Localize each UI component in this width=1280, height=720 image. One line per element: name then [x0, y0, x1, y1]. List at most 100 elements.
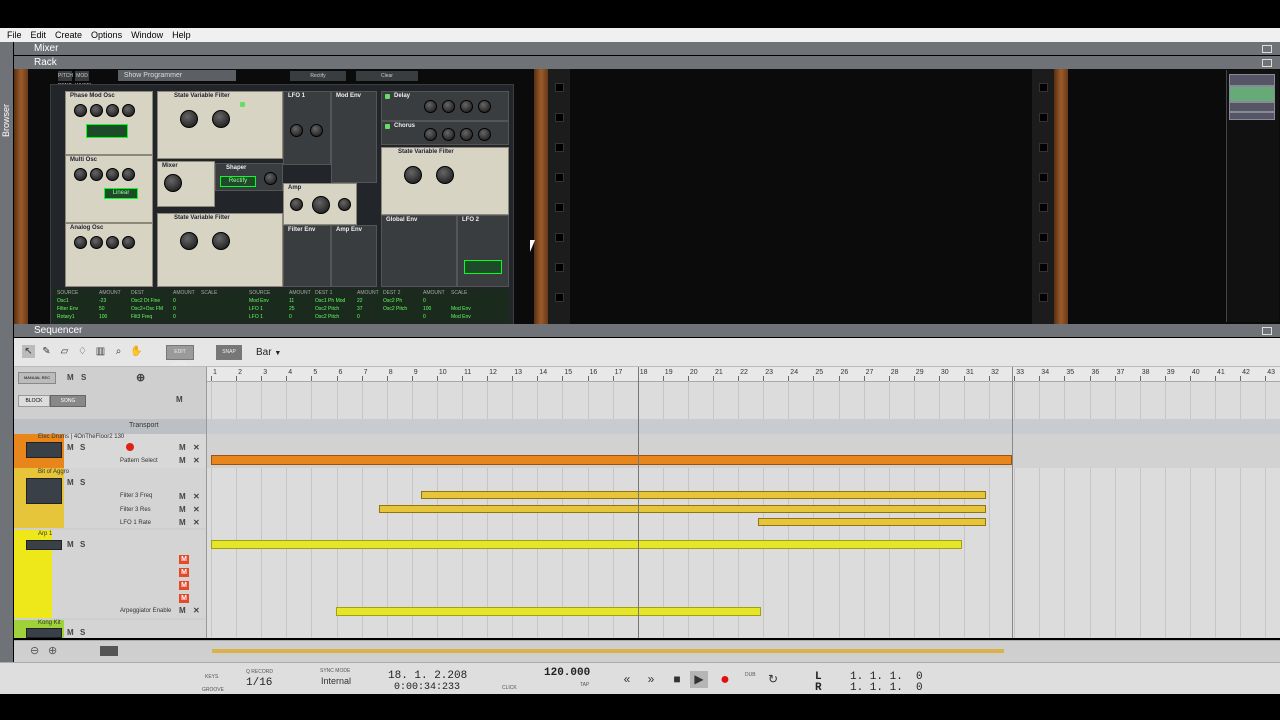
- matrix-cell[interactable]: Osc1 Ph Mod: [315, 298, 345, 304]
- matrix-cell[interactable]: Osc2 Pitch: [383, 306, 407, 312]
- matrix-cell[interactable]: 0: [173, 306, 176, 312]
- matrix-cell[interactable]: Mod Env: [451, 314, 471, 320]
- filter1-res-knob[interactable]: [212, 110, 230, 128]
- track-mute-button[interactable]: M: [67, 478, 74, 487]
- show-programmer-button[interactable]: Show Programmer: [118, 70, 236, 81]
- menu-edit[interactable]: Edit: [29, 30, 49, 40]
- solo-all-button[interactable]: S: [81, 373, 86, 382]
- matrix-cell[interactable]: 11: [289, 298, 294, 304]
- record-icon[interactable]: ●: [716, 671, 734, 688]
- automation-clip[interactable]: [421, 491, 986, 499]
- matrix-cell[interactable]: Osc2 Dt Fine: [131, 298, 160, 304]
- amp-pan-knob[interactable]: [338, 198, 351, 211]
- matrix-cell[interactable]: 100: [99, 314, 107, 320]
- lane-mute[interactable]: M: [179, 456, 186, 465]
- loop-right-tick[interactable]: 0: [916, 682, 923, 694]
- add-track-icon[interactable]: ⊕: [136, 371, 145, 384]
- track-bit-of-aggro[interactable]: Bit of Aggro M S Filter 3 Freq M ✕ Filte…: [14, 468, 206, 528]
- matrix-cell[interactable]: -23: [99, 298, 106, 304]
- master-mute[interactable]: M: [176, 395, 183, 404]
- delay-enable-led[interactable]: [385, 94, 390, 99]
- matrix-cell[interactable]: 0: [289, 314, 292, 320]
- block-button[interactable]: BLOCK: [18, 395, 50, 407]
- sync-mode-select[interactable]: Internal: [321, 676, 351, 686]
- rewind-icon[interactable]: «: [618, 671, 636, 688]
- lane-delete-icon[interactable]: ✕: [193, 505, 200, 514]
- knob[interactable]: [106, 236, 119, 249]
- select-tool-icon[interactable]: ↖: [22, 345, 35, 358]
- tap-label[interactable]: TAP: [580, 682, 589, 688]
- lane-mute-active[interactable]: M: [179, 594, 189, 603]
- pencil-tool-icon[interactable]: ✎: [40, 345, 53, 358]
- track-arp-1[interactable]: Arp 1 M S M M M M Arpeggiator Enable M ✕: [14, 530, 206, 618]
- snap-button[interactable]: SNAP: [216, 345, 242, 360]
- matrix-cell[interactable]: Filter Env: [57, 306, 78, 312]
- mixer-detach-icon[interactable]: [1262, 45, 1272, 53]
- knob[interactable]: [90, 236, 103, 249]
- track-elec-drums[interactable]: Elec Drums | 4OnTheFloor2 130 M S M ✕ Pa…: [14, 434, 206, 468]
- matrix-cell[interactable]: 0: [173, 314, 176, 320]
- zoom-out-icon[interactable]: ⊖: [30, 644, 39, 657]
- lane-mute-active[interactable]: M: [179, 568, 189, 577]
- song-end-marker[interactable]: [1012, 367, 1013, 638]
- matrix-cell[interactable]: Filt3 Freq: [131, 314, 152, 320]
- lane-mute[interactable]: M: [179, 505, 186, 514]
- sequencer-detach-icon[interactable]: [1262, 327, 1272, 335]
- knob[interactable]: [122, 168, 135, 181]
- play-icon[interactable]: ▶: [690, 671, 708, 688]
- matrix-cell[interactable]: Osc2 Pitch: [315, 306, 339, 312]
- song-position[interactable]: 18. 1. 2.208: [388, 670, 467, 682]
- lane-delete-icon[interactable]: ✕: [193, 606, 200, 615]
- automation-clip[interactable]: [379, 505, 986, 513]
- lane-delete-icon[interactable]: ✕: [193, 518, 200, 527]
- menu-file[interactable]: File: [5, 30, 24, 40]
- knob[interactable]: [424, 100, 437, 113]
- eraser-tool-icon[interactable]: ▱: [58, 345, 71, 358]
- track-solo-button[interactable]: S: [80, 540, 85, 549]
- quantize-select[interactable]: 1/16: [246, 677, 272, 689]
- knob[interactable]: [74, 104, 87, 117]
- matrix-cell[interactable]: 22: [357, 298, 363, 304]
- menu-help[interactable]: Help: [170, 30, 193, 40]
- edit-mode-button[interactable]: EDIT MODE: [166, 345, 194, 368]
- manual-rec-button[interactable]: MANUAL REC: [18, 372, 56, 384]
- synth-button-b[interactable]: Clear: [356, 71, 418, 81]
- amp-vel-knob[interactable]: [290, 198, 303, 211]
- mute-tool-icon[interactable]: ▥: [94, 345, 107, 358]
- multi-osc-mode-display[interactable]: Linear: [104, 188, 138, 199]
- track-solo-button[interactable]: S: [80, 443, 85, 452]
- automation-clip[interactable]: [758, 518, 986, 526]
- matrix-cell[interactable]: Mod Env: [451, 306, 471, 312]
- mute-all-button[interactable]: M: [67, 373, 74, 382]
- track-mute-button[interactable]: M: [67, 628, 74, 637]
- knob[interactable]: [460, 100, 473, 113]
- zoom-slider-handle[interactable]: [100, 646, 118, 656]
- chorus-enable-led[interactable]: [385, 124, 390, 129]
- matrix-cell[interactable]: Osc2 Ph: [383, 298, 402, 304]
- shaper-mode-display[interactable]: Rectify: [220, 176, 256, 187]
- loop-right-position[interactable]: 1. 1. 1.: [850, 682, 903, 694]
- track-mute-button[interactable]: M: [67, 443, 74, 452]
- fast-forward-icon[interactable]: »: [642, 671, 660, 688]
- knob[interactable]: [74, 168, 87, 181]
- led[interactable]: [240, 102, 245, 107]
- timeline-ruler[interactable]: 1 2 3 4 5 6 7 8 9 10 11 12 13 14 15 16 17 18 19 20 21 22 23 24 2…: [207, 367, 1280, 382]
- lane-delete-icon[interactable]: ✕: [193, 443, 200, 452]
- loop-icon[interactable]: ↻: [764, 671, 782, 688]
- magnify-tool-icon[interactable]: ⌕: [112, 345, 125, 358]
- menu-create[interactable]: Create: [53, 30, 84, 40]
- lane-delete-icon[interactable]: ✕: [193, 492, 200, 501]
- arrangement-view[interactable]: 1 2 3 4 5 6 7 8 9 10 11 12 13 14 15 16 17 18 19 20 21 22 23 24 2…: [207, 367, 1280, 638]
- transport-track[interactable]: Transport: [14, 419, 206, 434]
- matrix-cell[interactable]: 37: [357, 306, 363, 312]
- filter2-freq-knob[interactable]: [180, 232, 198, 250]
- horizontal-scroll[interactable]: ⊖ ⊕: [14, 640, 1280, 662]
- lane-mute[interactable]: M: [179, 606, 186, 615]
- filter3-res-knob[interactable]: [436, 166, 454, 184]
- tempo-value[interactable]: 120.000: [544, 667, 590, 679]
- filter3-freq-knob[interactable]: [404, 166, 422, 184]
- zoom-in-icon[interactable]: ⊕: [48, 644, 57, 657]
- rack-header[interactable]: Rack: [14, 56, 1280, 69]
- knob[interactable]: [442, 128, 455, 141]
- track-mute-button[interactable]: M: [67, 540, 74, 549]
